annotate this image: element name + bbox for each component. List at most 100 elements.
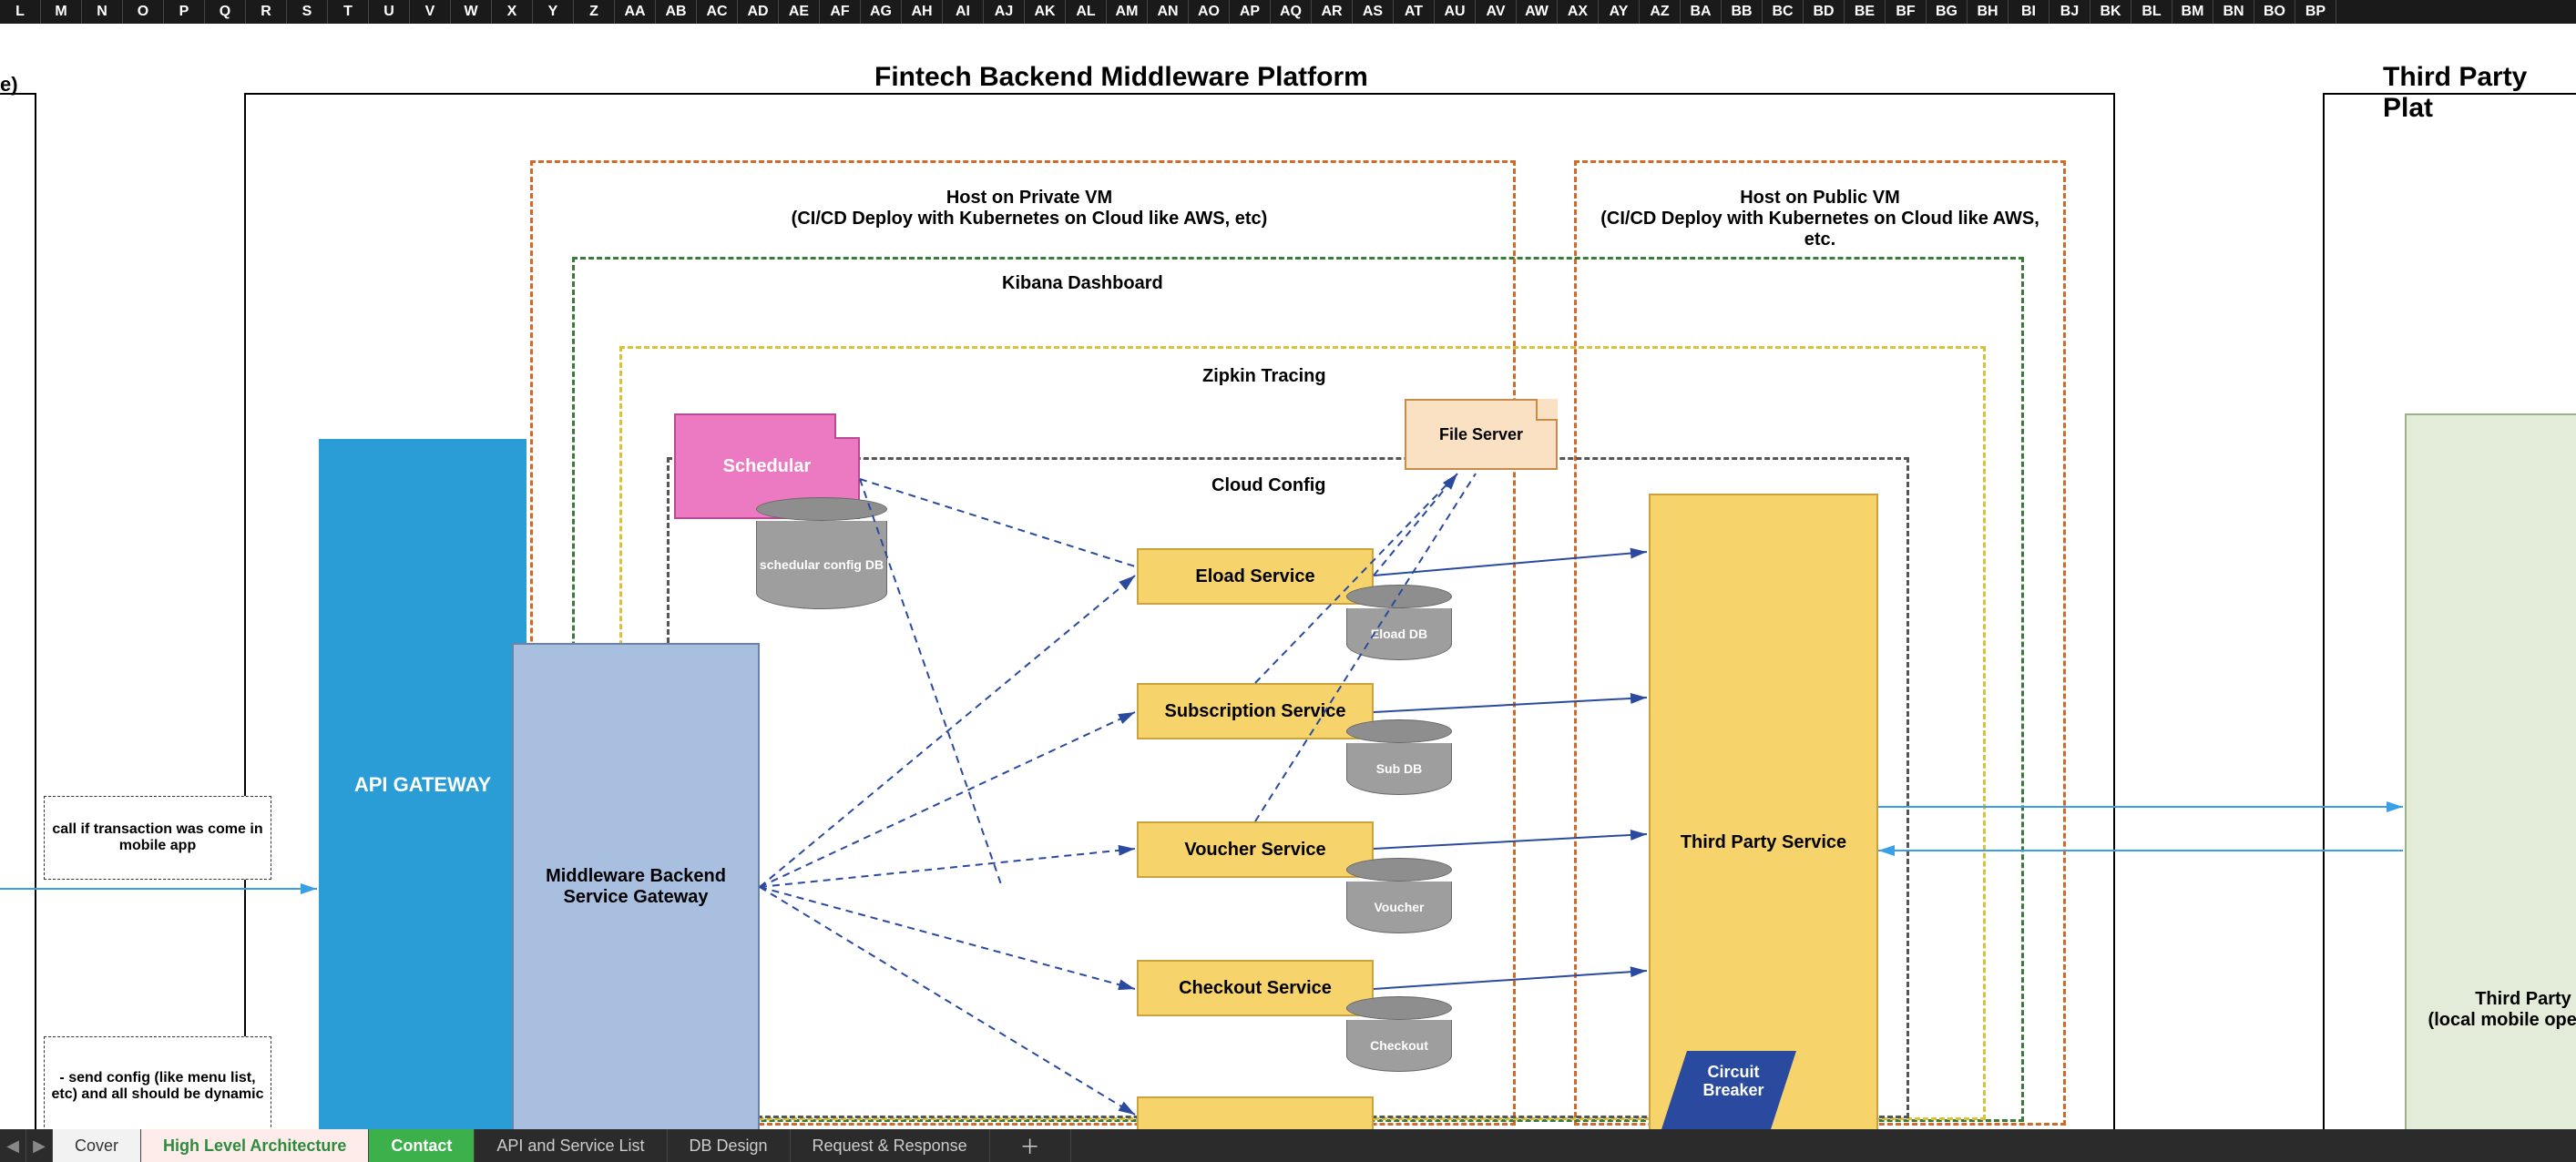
- column-BK[interactable]: BK: [2090, 0, 2131, 24]
- third-party-external-box: Third Party (local mobile operator: [2405, 413, 2576, 1133]
- column-AQ[interactable]: AQ: [1271, 0, 1312, 24]
- third-party-external-label: Third Party (local mobile operator: [2428, 989, 2576, 1031]
- right-title: Third Party Plat: [2383, 62, 2576, 124]
- tab-nav-next[interactable]: ▶: [26, 1129, 53, 1162]
- column-AC[interactable]: AC: [697, 0, 738, 24]
- column-AL[interactable]: AL: [1066, 0, 1107, 24]
- third-party-service-label: Third Party Service: [1681, 832, 1846, 853]
- column-AT[interactable]: AT: [1394, 0, 1435, 24]
- column-BN[interactable]: BN: [2213, 0, 2254, 24]
- column-AR[interactable]: AR: [1312, 0, 1353, 24]
- column-S[interactable]: S: [287, 0, 328, 24]
- column-V[interactable]: V: [410, 0, 451, 24]
- host-private-line2: (CI/CD Deploy with Kubernetes on Cloud l…: [729, 209, 1330, 229]
- tab-api-service-list[interactable]: API and Service List: [475, 1129, 667, 1162]
- checkout-box: Checkout Service: [1137, 960, 1374, 1016]
- cloud-config-label: Cloud Config: [1211, 475, 1326, 496]
- tab-hla-label: High Level Architecture: [163, 1137, 346, 1156]
- sub-db: Sub DB: [1346, 719, 1450, 795]
- tab-nav-prev[interactable]: ◀: [0, 1129, 26, 1162]
- column-AJ[interactable]: AJ: [984, 0, 1025, 24]
- column-O[interactable]: O: [123, 0, 164, 24]
- column-AS[interactable]: AS: [1353, 0, 1394, 24]
- column-BM[interactable]: BM: [2172, 0, 2213, 24]
- column-BG[interactable]: BG: [1927, 0, 1968, 24]
- zipkin-label: Zipkin Tracing: [1202, 366, 1326, 387]
- column-BF[interactable]: BF: [1886, 0, 1927, 24]
- column-X[interactable]: X: [492, 0, 533, 24]
- voucher-box: Voucher Service: [1137, 821, 1374, 878]
- subscription-box: Subscription Service: [1137, 683, 1374, 739]
- checkout-db-label: Checkout: [1370, 1038, 1428, 1053]
- column-AF[interactable]: AF: [820, 0, 861, 24]
- eload-db-label: Eload DB: [1371, 627, 1427, 641]
- column-L[interactable]: L: [0, 0, 41, 24]
- column-BE[interactable]: BE: [1845, 0, 1886, 24]
- tab-high-level-architecture[interactable]: High Level Architecture: [141, 1129, 369, 1162]
- tab-db-design[interactable]: DB Design: [668, 1129, 791, 1162]
- tab-request-response[interactable]: Request & Response: [791, 1129, 990, 1162]
- eload-box: Eload Service: [1137, 548, 1374, 605]
- column-U[interactable]: U: [369, 0, 410, 24]
- column-M[interactable]: M: [41, 0, 82, 24]
- host-public-line1: Host on Public VM: [1592, 188, 2048, 209]
- note-config: - send config (like menu list, etc) and …: [44, 1036, 271, 1137]
- note-transaction: call if transaction was come in mobile a…: [44, 796, 271, 880]
- column-Y[interactable]: Y: [533, 0, 574, 24]
- column-BA[interactable]: BA: [1681, 0, 1722, 24]
- column-AU[interactable]: AU: [1435, 0, 1476, 24]
- column-N[interactable]: N: [82, 0, 123, 24]
- column-BP[interactable]: BP: [2295, 0, 2336, 24]
- column-BI[interactable]: BI: [2009, 0, 2050, 24]
- column-AK[interactable]: AK: [1025, 0, 1066, 24]
- column-header: LMNOPQRSTUVWXYZAAABACADAEAFAGAHAIAJAKALA…: [0, 0, 2576, 24]
- voucher-label: Voucher Service: [1184, 840, 1325, 861]
- column-P[interactable]: P: [164, 0, 205, 24]
- column-AM[interactable]: AM: [1107, 0, 1148, 24]
- column-AN[interactable]: AN: [1148, 0, 1189, 24]
- schedular-db: schedular config DB: [756, 497, 885, 609]
- column-AP[interactable]: AP: [1230, 0, 1271, 24]
- column-AE[interactable]: AE: [779, 0, 820, 24]
- column-AO[interactable]: AO: [1189, 0, 1230, 24]
- column-BJ[interactable]: BJ: [2050, 0, 2090, 24]
- main-title: Fintech Backend Middleware Platform: [874, 62, 1368, 93]
- tab-add[interactable]: ＋: [990, 1129, 1071, 1162]
- column-R[interactable]: R: [246, 0, 287, 24]
- column-AA[interactable]: AA: [615, 0, 656, 24]
- schedular-label: Schedular: [723, 456, 812, 477]
- column-T[interactable]: T: [328, 0, 369, 24]
- column-AH[interactable]: AH: [902, 0, 943, 24]
- tab-cover[interactable]: Cover: [53, 1129, 141, 1162]
- tab-db-label: DB Design: [690, 1137, 768, 1156]
- middleware-label: Middleware Backend Service Gateway: [523, 866, 749, 908]
- column-AY[interactable]: AY: [1599, 0, 1640, 24]
- column-BD[interactable]: BD: [1804, 0, 1845, 24]
- column-AX[interactable]: AX: [1558, 0, 1599, 24]
- tab-contact[interactable]: Contact: [369, 1129, 475, 1162]
- column-Q[interactable]: Q: [205, 0, 246, 24]
- tab-cover-label: Cover: [75, 1137, 118, 1156]
- voucher-db-label: Voucher: [1375, 900, 1425, 914]
- left-frame: [0, 93, 36, 1131]
- column-BO[interactable]: BO: [2254, 0, 2295, 24]
- file-server-box: File Server: [1405, 399, 1558, 470]
- tab-rr-label: Request & Response: [813, 1137, 967, 1156]
- column-BH[interactable]: BH: [1968, 0, 2009, 24]
- column-W[interactable]: W: [451, 0, 492, 24]
- column-Z[interactable]: Z: [574, 0, 615, 24]
- column-BL[interactable]: BL: [2131, 0, 2172, 24]
- column-AV[interactable]: AV: [1476, 0, 1517, 24]
- column-AZ[interactable]: AZ: [1640, 0, 1681, 24]
- column-AW[interactable]: AW: [1517, 0, 1558, 24]
- middleware-box: Middleware Backend Service Gateway: [512, 643, 760, 1131]
- extra-service-box: [1137, 1096, 1374, 1133]
- column-AI[interactable]: AI: [943, 0, 984, 24]
- column-AG[interactable]: AG: [861, 0, 902, 24]
- column-BB[interactable]: BB: [1722, 0, 1763, 24]
- third-party-service-box: Third Party Service: [1649, 494, 1878, 1131]
- column-AB[interactable]: AB: [656, 0, 697, 24]
- column-BC[interactable]: BC: [1763, 0, 1804, 24]
- column-AD[interactable]: AD: [738, 0, 779, 24]
- host-public-text: Host on Public VM (CI/CD Deploy with Kub…: [1592, 188, 2048, 250]
